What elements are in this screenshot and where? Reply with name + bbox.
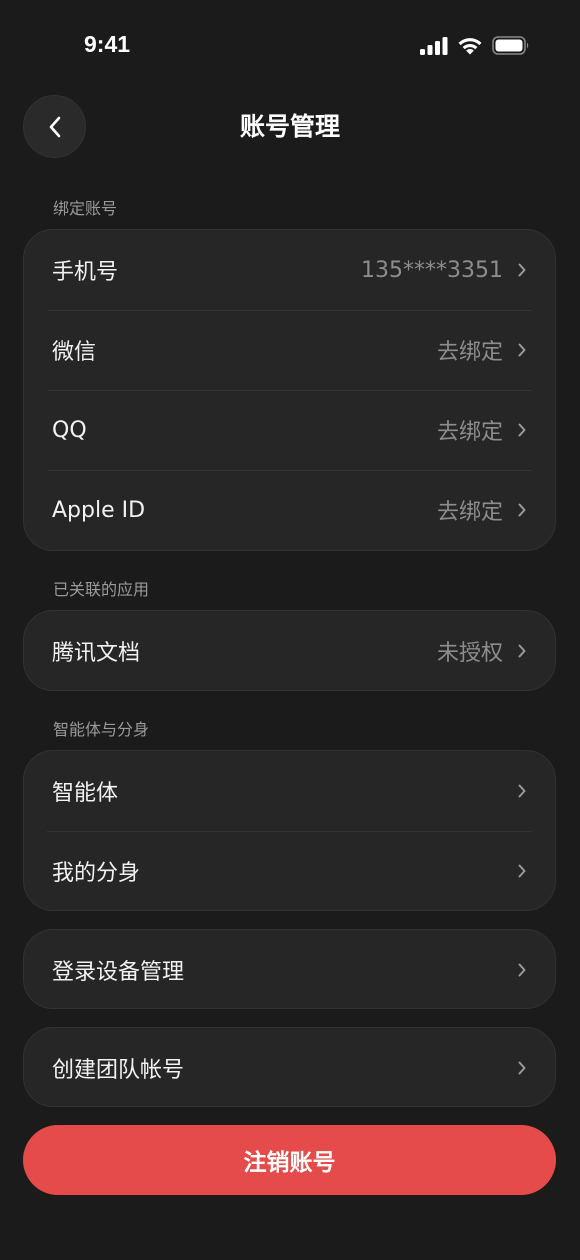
row-apple-id[interactable]: Apple ID 去绑定 — [24, 470, 555, 550]
row-value: 去绑定 — [436, 340, 503, 365]
row-value: 135****3351 — [361, 257, 503, 283]
status-bar: 9:41 — [0, 0, 580, 92]
chevron-right-icon — [518, 423, 526, 437]
row-qq[interactable]: QQ 去绑定 — [24, 390, 555, 470]
row-label: 登录设备管理 — [52, 960, 185, 985]
row-tencent-docs[interactable]: 腾讯文档 未授权 — [24, 611, 555, 690]
chevron-right-icon — [518, 864, 526, 878]
delete-account-button[interactable]: 注销账号 — [23, 1125, 556, 1195]
chevron-right-icon — [518, 263, 526, 277]
agents-card: 智能体 我的分身 — [23, 750, 556, 911]
battery-icon — [492, 36, 529, 55]
row-label: 腾讯文档 — [52, 641, 141, 666]
status-icons — [420, 36, 530, 55]
row-value: 未授权 — [436, 641, 503, 666]
section-label-bound-accounts: 绑定账号 — [53, 199, 118, 218]
row-label: 创建团队帐号 — [52, 1058, 185, 1083]
row-label: 智能体 — [52, 781, 119, 806]
row-value: 去绑定 — [436, 500, 503, 525]
chevron-right-icon — [518, 1061, 526, 1075]
row-phone[interactable]: 手机号 135****3351 — [24, 230, 555, 310]
row-label: Apple ID — [52, 497, 146, 523]
row-my-avatar[interactable]: 我的分身 — [24, 831, 555, 910]
row-agents[interactable]: 智能体 — [24, 751, 555, 831]
row-create-team-account[interactable]: 创建团队帐号 — [24, 1028, 555, 1106]
linked-apps-card: 腾讯文档 未授权 — [23, 610, 556, 691]
cellular-signal-icon — [420, 36, 448, 55]
chevron-right-icon — [518, 644, 526, 658]
chevron-right-icon — [518, 784, 526, 798]
navigation-bar: 账号管理 — [0, 92, 580, 162]
bound-accounts-card: 手机号 135****3351 微信 去绑定 QQ 去绑定 Apple ID 去… — [23, 229, 556, 551]
chevron-right-icon — [518, 343, 526, 357]
row-label: QQ — [52, 417, 87, 443]
section-label-linked-apps: 已关联的应用 — [53, 580, 150, 599]
row-value: 去绑定 — [436, 420, 503, 445]
section-label-agents: 智能体与分身 — [53, 720, 150, 739]
row-label: 我的分身 — [52, 861, 141, 886]
device-management-card: 登录设备管理 — [23, 929, 556, 1009]
chevron-right-icon — [518, 503, 526, 517]
team-account-card: 创建团队帐号 — [23, 1027, 556, 1107]
chevron-right-icon — [518, 963, 526, 977]
wifi-icon — [458, 38, 482, 55]
row-device-management[interactable]: 登录设备管理 — [24, 930, 555, 1008]
row-label: 手机号 — [52, 260, 119, 285]
status-time: 9:41 — [84, 31, 131, 57]
row-label: 微信 — [52, 340, 97, 365]
page-title: 账号管理 — [239, 112, 340, 141]
row-wechat[interactable]: 微信 去绑定 — [24, 310, 555, 390]
